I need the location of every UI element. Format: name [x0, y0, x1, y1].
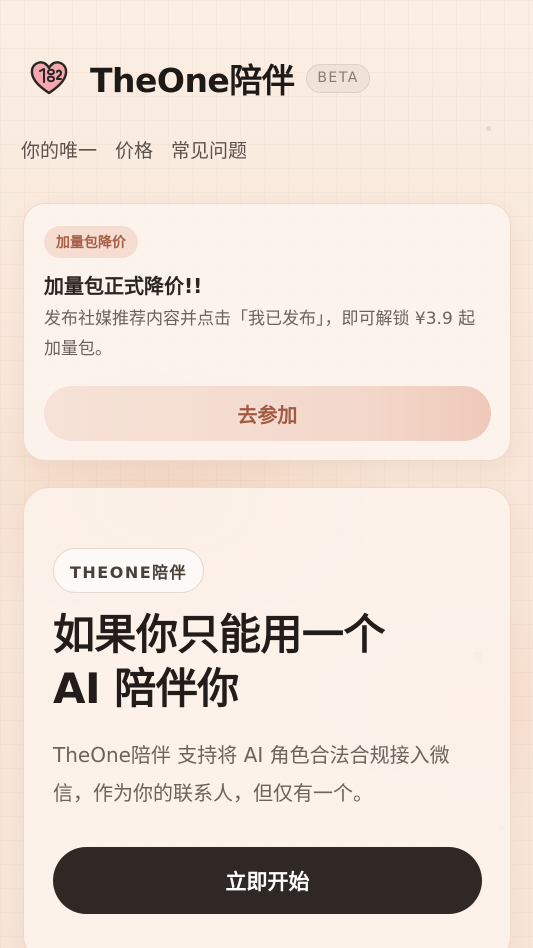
promo-title: 加量包正式降价!! [44, 274, 203, 298]
hero-title-line-2: AI 陪伴你 [53, 664, 239, 713]
join-promo-button[interactable]: 去参加 [44, 386, 491, 441]
promo-tag: 加量包降价 [44, 226, 138, 258]
promo-description: 发布社媒推荐内容并点击「我已发布」，即可解锁 ¥3.9 起加量包。 [44, 309, 476, 359]
hero-description: TheOne陪伴 支持将 AI 角色合法合规接入微信，作为你的联系人，但仅有一个… [53, 743, 450, 805]
start-now-button[interactable]: 立即开始 [53, 847, 482, 914]
nav-item-faq[interactable]: 常见问题 [171, 136, 247, 163]
hero-title-line-1: 如果你只能用一个 [53, 610, 386, 659]
app-header: TheOne陪伴 BETA [28, 55, 508, 101]
hero-tag: THEONE陪伴 [53, 548, 205, 593]
nav-item-your-only-one[interactable]: 你的唯一 [21, 136, 97, 163]
heart-logo-icon[interactable] [28, 57, 70, 99]
promo-card: 加量包降价 加量包正式降价!! 发布社媒推荐内容并点击「我已发布」，即可解锁 ¥… [23, 203, 511, 461]
beta-badge: BETA [306, 63, 370, 93]
brand-name[interactable]: TheOne陪伴 [90, 54, 295, 102]
decor-dot [486, 126, 491, 131]
nav-item-pricing[interactable]: 价格 [115, 136, 153, 163]
hero-card: THEONE陪伴 如果你只能用一个 AI 陪伴你 TheOne陪伴 支持将 AI… [23, 487, 511, 948]
hero-title: 如果你只能用一个 AI 陪伴你 [53, 608, 483, 716]
main-nav: 你的唯一 价格 常见问题 [21, 136, 247, 163]
